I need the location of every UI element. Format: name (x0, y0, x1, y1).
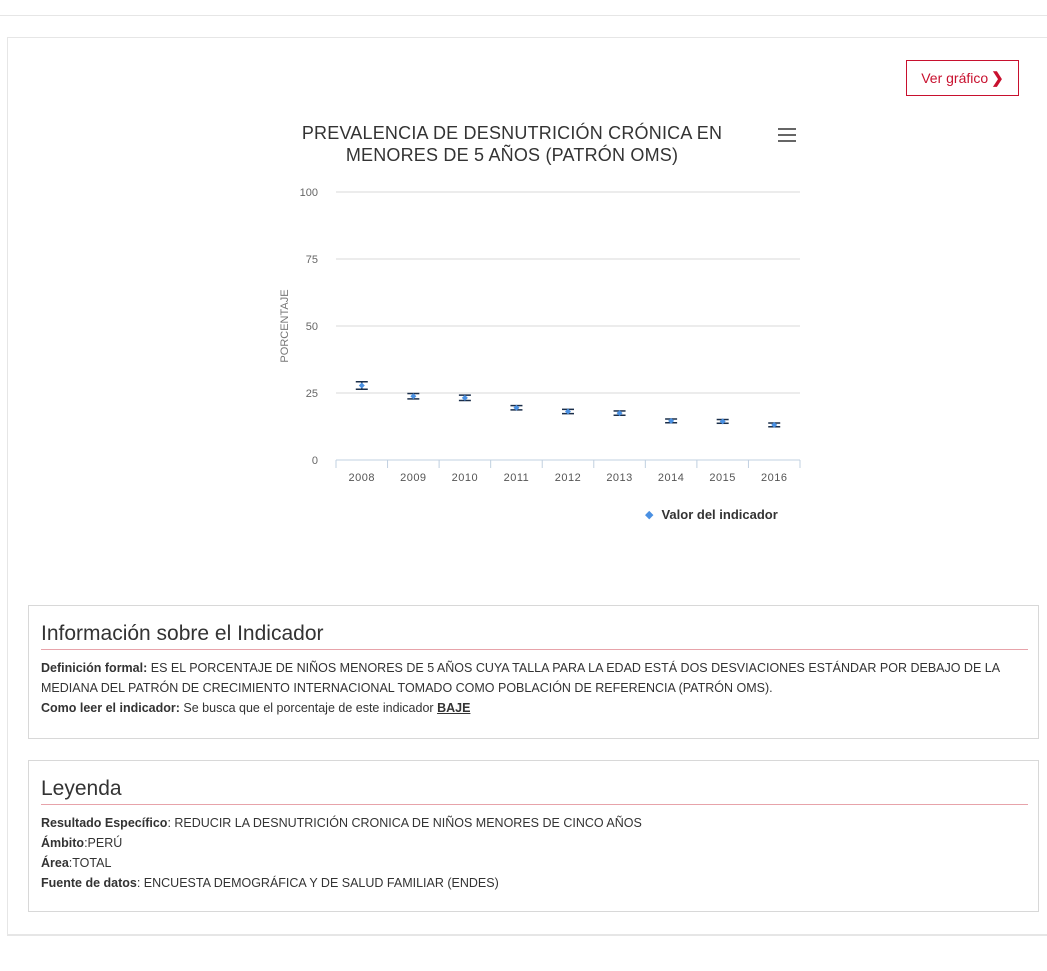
y-tick-label: 75 (306, 254, 318, 266)
area-value: :TOTAL (68, 856, 112, 870)
definition-text: ES EL PORCENTAJE DE NIÑOS MENORES DE 5 A… (41, 661, 1000, 695)
area-line: Área:TOTAL (41, 853, 1026, 873)
y-axis-label: PORCENTAJE (279, 289, 291, 362)
reading-emphasis: BAJE (437, 701, 471, 715)
resultado-value: : REDUCIR LA DESNUTRICIÓN CRONICA DE NIÑ… (167, 816, 642, 830)
x-tick-label: 2012 (555, 472, 581, 484)
y-tick-label: 50 (306, 321, 318, 333)
x-tick-label: 2011 (504, 472, 530, 484)
x-tick-label: 2014 (658, 472, 684, 484)
reading-label: Como leer el indicador: (41, 701, 180, 715)
leyenda-text: Resultado Específico: REDUCIR LA DESNUTR… (41, 813, 1026, 893)
ambito-value: :PERÚ (84, 836, 123, 850)
x-tick-label: 2016 (761, 472, 787, 484)
leyenda-box: Leyenda Resultado Específico: REDUCIR LA… (28, 760, 1039, 912)
ambito-label: Ámbito (41, 836, 85, 850)
x-tick-label: 2008 (349, 472, 375, 484)
leyenda-title: Leyenda (41, 777, 1028, 805)
legend-label: Valor del indicador (661, 507, 778, 522)
resultado-line: Resultado Específico: REDUCIR LA DESNUTR… (41, 813, 1026, 833)
info-text: Definición formal: ES EL PORCENTAJE DE N… (41, 658, 1026, 718)
resultado-label: Resultado Específico (41, 816, 168, 830)
y-tick-label: 25 (306, 388, 318, 400)
bottom-divider (7, 935, 1047, 936)
definition-label: Definición formal: (41, 661, 148, 675)
legend-marker-icon: ◆ (645, 509, 654, 521)
data-point (358, 382, 365, 389)
ambito-line: Ámbito:PERÚ (41, 833, 1026, 853)
chart-svg: 0 25 50 75 100 2008 2009 2010 2011 2012 2013 2014 20… (279, 187, 801, 484)
reading-text: Se busca que el porcentaje de este indic… (183, 701, 434, 715)
definition-line: Definición formal: ES EL PORCENTAJE DE N… (41, 658, 1026, 698)
fuente-line: Fuente de datos: ENCUESTA DEMOGRÁFICA Y … (41, 873, 1026, 893)
x-tick-label: 2010 (452, 472, 478, 484)
area-label: Área (41, 856, 69, 870)
reading-line: Como leer el indicador: Se busca que el … (41, 698, 1026, 718)
chart-legend[interactable]: ◆ Valor del indicador (645, 507, 778, 522)
x-tick-label: 2009 (400, 472, 426, 484)
x-tick-label: 2015 (709, 472, 735, 484)
y-tick-label: 100 (300, 187, 318, 199)
fuente-label: Fuente de datos (41, 876, 137, 890)
x-tick-label: 2013 (606, 472, 632, 484)
fuente-value: : ENCUESTA DEMOGRÁFICA Y DE SALUD FAMILI… (136, 876, 499, 890)
info-title: Información sobre el Indicador (41, 622, 1028, 650)
info-box: Información sobre el Indicador Definició… (28, 605, 1039, 739)
y-tick-label: 0 (312, 455, 318, 467)
